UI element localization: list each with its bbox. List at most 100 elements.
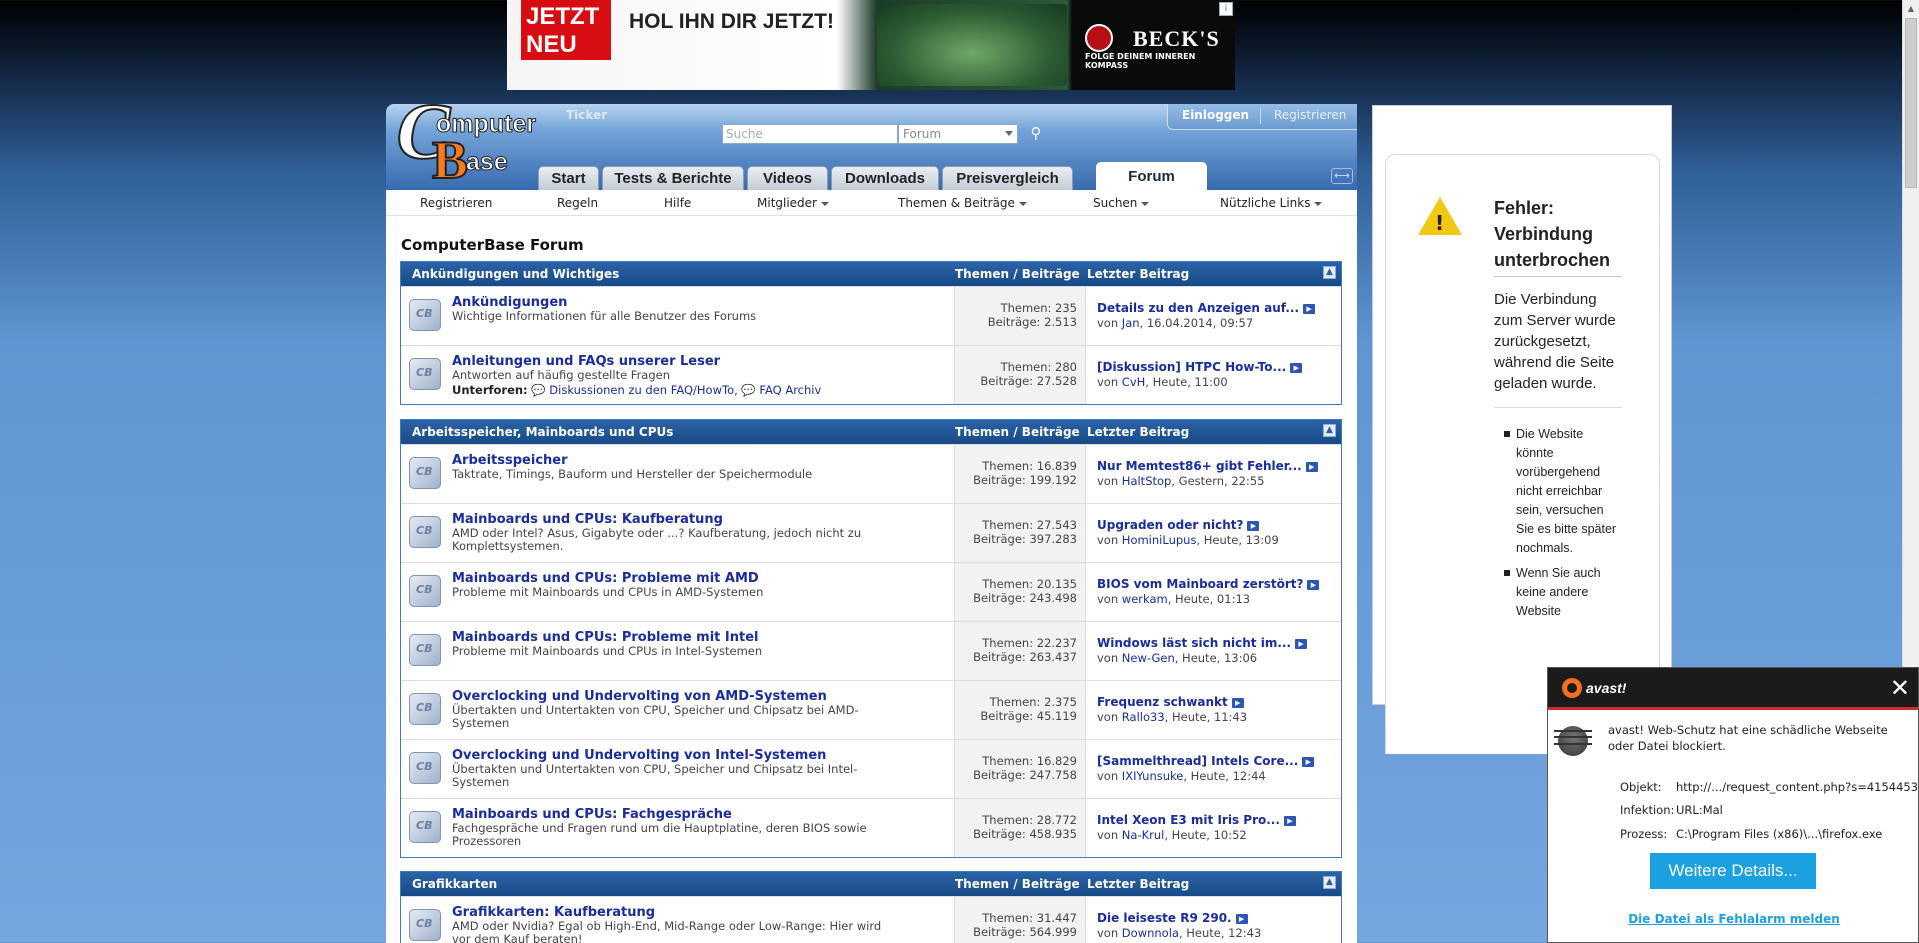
tab-preisvergleich[interactable]: Preisvergleich xyxy=(942,166,1073,190)
login-box: Einloggen Registrieren xyxy=(1167,104,1357,130)
go-to-post-icon[interactable]: ▶ xyxy=(1307,579,1320,590)
last-post-link[interactable]: Frequenz schwankt ▶ xyxy=(1097,695,1244,709)
last-post-link[interactable]: BIOS vom Mainboard zerstört? ▶ xyxy=(1097,577,1320,591)
forum-row: Grafikkarten: Kaufberatung AMD oder Nvid… xyxy=(401,896,1341,943)
error-hints: Die Website könnte vorübergehend nicht e… xyxy=(1504,425,1624,627)
tab-start[interactable]: Start xyxy=(538,166,599,190)
forum-icon xyxy=(409,909,441,941)
last-post-user[interactable]: Downnola xyxy=(1122,926,1179,940)
info-icon[interactable]: i xyxy=(1219,2,1233,16)
last-post-user[interactable]: Jan xyxy=(1122,316,1140,330)
category-name[interactable]: Arbeitsspeicher, Mainboards und CPUs xyxy=(412,425,673,439)
last-post-link[interactable]: Upgraden oder nicht? ▶ xyxy=(1097,518,1260,532)
last-post-link[interactable]: [Sammelthread] Intels Core... ▶ xyxy=(1097,754,1315,768)
last-post-by: von xyxy=(1097,828,1119,842)
forum-title-link[interactable]: Mainboards und CPUs: Fachgespräche xyxy=(452,807,732,822)
subnav-mitglieder[interactable]: Mitglieder xyxy=(757,196,829,210)
forum-title-link[interactable]: Mainboards und CPUs: Probleme mit Intel xyxy=(452,630,759,645)
forum-beitraege-count: Beiträge: 397.283 xyxy=(973,532,1077,546)
last-post-by: von xyxy=(1097,769,1119,783)
forum-title-link[interactable]: Mainboards und CPUs: Probleme mit AMD xyxy=(452,571,759,586)
forum-title-link[interactable]: Anleitungen und FAQs unserer Leser xyxy=(452,354,720,369)
forum-themen-count: Themen: 31.447 xyxy=(982,911,1077,925)
subnav-hilfe[interactable]: Hilfe xyxy=(664,196,691,210)
last-post-user[interactable]: HaltStop xyxy=(1122,474,1172,488)
more-details-button[interactable]: Weitere Details... xyxy=(1650,853,1816,889)
last-post-user[interactable]: werkam xyxy=(1122,592,1168,606)
forum-description: AMD oder Intel? Asus, Gigabyte oder ...?… xyxy=(452,526,862,553)
search-input[interactable]: Suche xyxy=(722,124,898,144)
process-label: Prozess: xyxy=(1620,827,1668,841)
infection-label: Infektion: xyxy=(1620,803,1675,817)
forum-icon xyxy=(409,575,441,607)
subforum-link-faq-archiv[interactable]: FAQ Archiv xyxy=(759,383,821,397)
ad-slogan: FOLGE DEINEM INNEREN KOMPASS xyxy=(1085,52,1196,70)
close-icon[interactable]: ✕ xyxy=(1890,674,1910,702)
last-post-link[interactable]: Windows läst sich nicht im... ▶ xyxy=(1097,636,1308,650)
tab-downloads[interactable]: Downloads xyxy=(831,166,939,190)
last-post-user[interactable]: Na-Krul xyxy=(1122,828,1165,842)
last-post-user[interactable]: IXIYunsuke xyxy=(1122,769,1184,783)
ad-banner[interactable]: JETZT NEU HOL IHN DIR JETZT! BECK'S FOLG… xyxy=(507,0,1235,90)
chevron-down-icon xyxy=(1141,201,1150,206)
last-post-link[interactable]: Die leiseste R9 290. ▶ xyxy=(1097,911,1248,925)
last-post-user[interactable]: New-Gen xyxy=(1122,651,1175,665)
go-to-post-icon[interactable]: ▶ xyxy=(1290,362,1303,373)
collapse-icon[interactable]: ▲ xyxy=(1323,424,1336,437)
forum-title-link[interactable]: Arbeitsspeicher xyxy=(452,453,568,468)
tab-forum[interactable]: Forum xyxy=(1096,162,1207,190)
forum-title-link[interactable]: Overclocking und Undervolting von AMD-Sy… xyxy=(452,689,827,704)
forum-title-link[interactable]: Mainboards und CPUs: Kaufberatung xyxy=(452,512,723,527)
scrollbar-thumb[interactable] xyxy=(1905,18,1917,188)
go-to-post-icon[interactable]: ▶ xyxy=(1303,303,1316,314)
category-name[interactable]: Grafikkarten xyxy=(412,877,497,891)
forum-title-link[interactable]: Ankündigungen xyxy=(452,295,567,310)
last-post-user[interactable]: CvH xyxy=(1122,375,1145,389)
category-name[interactable]: Ankündigungen und Wichtiges xyxy=(412,267,619,281)
last-post-user[interactable]: Rallo33 xyxy=(1122,710,1165,724)
forum-title-link[interactable]: Overclocking und Undervolting von Intel-… xyxy=(452,748,826,763)
last-post-by: von xyxy=(1097,926,1119,940)
subnav-registrieren[interactable]: Registrieren xyxy=(420,196,492,210)
go-to-post-icon[interactable]: ▶ xyxy=(1283,815,1296,826)
chevron-down-icon xyxy=(1018,201,1027,206)
subnav-mitglieder-label: Mitglieder xyxy=(757,196,817,210)
go-to-post-icon[interactable]: ▶ xyxy=(1247,520,1260,531)
last-post-user[interactable]: HominiLupus xyxy=(1122,533,1197,547)
last-post-link[interactable]: Nur Memtest86+ gibt Fehler... ▶ xyxy=(1097,459,1318,473)
subnav-themen-beitraege[interactable]: Themen & Beiträge xyxy=(898,196,1027,210)
forum-row: Ankündigungen Wichtige Informationen für… xyxy=(401,286,1341,345)
go-to-post-icon[interactable]: ▶ xyxy=(1295,638,1308,649)
login-link[interactable]: Einloggen xyxy=(1182,108,1249,122)
expand-width-icon[interactable]: ⟷ xyxy=(1331,168,1353,184)
scroll-up-arrow-icon[interactable]: ▲ xyxy=(1903,0,1919,17)
go-to-post-icon[interactable]: ▶ xyxy=(1235,913,1248,924)
subnav-suchen[interactable]: Suchen xyxy=(1093,196,1150,210)
last-post-title: Die leiseste R9 290. xyxy=(1097,911,1232,925)
last-post-link[interactable]: Intel Xeon E3 mit Iris Pro... ▶ xyxy=(1097,813,1296,827)
go-to-post-icon[interactable]: ▶ xyxy=(1302,756,1315,767)
forum-beitraege-count: Beiträge: 458.935 xyxy=(973,827,1077,841)
collapse-icon[interactable]: ▲ xyxy=(1323,876,1336,889)
last-post-link[interactable]: Details zu den Anzeigen auf... ▶ xyxy=(1097,301,1316,315)
search-scope-value: Forum xyxy=(903,127,942,141)
last-post-link[interactable]: [Diskussion] HTPC How-To... ▶ xyxy=(1097,360,1303,374)
tab-tests-berichte[interactable]: Tests & Berichte xyxy=(602,166,744,190)
register-link[interactable]: Registrieren xyxy=(1274,108,1346,122)
go-to-post-icon[interactable]: ▶ xyxy=(1231,697,1244,708)
last-post-date: , Heute, 13:06 xyxy=(1174,651,1258,665)
site-logo[interactable]: C omputer B ase xyxy=(387,87,536,191)
category-grafikkarten: Grafikkarten Themen / Beiträge Letzter B… xyxy=(400,871,1342,943)
ticker-link[interactable]: Ticker xyxy=(566,108,607,122)
report-false-positive-link[interactable]: Die Datei als Fehlalarm melden xyxy=(1616,912,1852,926)
tab-videos[interactable]: Videos xyxy=(747,166,828,190)
subnav-nuetzliche-links[interactable]: Nützliche Links xyxy=(1220,196,1323,210)
search-icon[interactable]: ⚲ xyxy=(1026,124,1046,144)
search-scope-select[interactable]: Forum xyxy=(898,124,1018,144)
subnav-regeln[interactable]: Regeln xyxy=(557,196,598,210)
go-to-post-icon[interactable]: ▶ xyxy=(1305,461,1318,472)
forum-title-link[interactable]: Grafikkarten: Kaufberatung xyxy=(452,905,655,920)
subforum-link-faq-howto[interactable]: Diskussionen zu den FAQ/HowTo, xyxy=(549,383,737,397)
column-stats-header: Themen / Beiträge xyxy=(955,425,1080,439)
collapse-icon[interactable]: ▲ xyxy=(1323,266,1336,279)
